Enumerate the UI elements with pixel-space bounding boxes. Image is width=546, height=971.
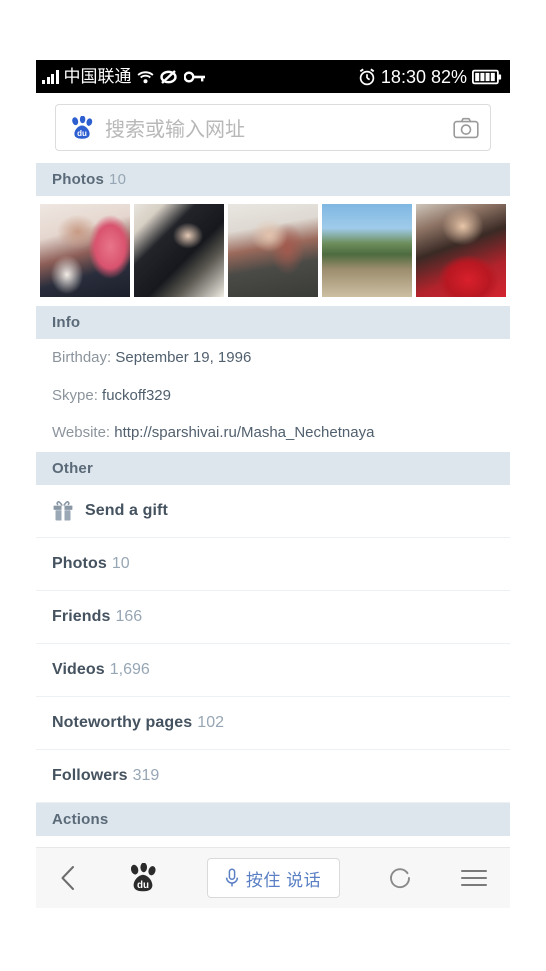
home-baidu-paw-icon[interactable]: du [127, 863, 159, 893]
svg-text:du: du [137, 880, 149, 891]
photo-strip [36, 196, 510, 306]
list-item-label: Videos [52, 660, 105, 678]
voice-search-label: 按住 说话 [245, 870, 322, 890]
vpn-icon [159, 69, 179, 85]
carrier-label: 中国联通 [63, 67, 132, 86]
key-icon [182, 70, 206, 83]
search-bar-container: du 搜索或输入网址 [36, 93, 510, 163]
list-item-label: Friends [52, 607, 111, 625]
voice-search-button[interactable]: 按住 说话 [206, 858, 340, 898]
photo-thumbnail-3[interactable] [228, 204, 318, 297]
list-item-friends[interactable]: Friends 166 [36, 590, 510, 644]
list-item-count: 102 [197, 713, 224, 731]
list-item-count: 166 [115, 607, 143, 625]
battery-percent-label: 82% [430, 66, 467, 87]
photo-thumbnail-4[interactable] [322, 204, 412, 297]
list-item-followers[interactable]: Followers 319 [36, 749, 510, 803]
status-bar: 中国联通 18:30 82% [36, 60, 510, 93]
info-value-website[interactable]: http://sparshivai.ru/Masha_Nechetnaya [114, 424, 374, 441]
list-item-label: Send a gift [85, 501, 168, 519]
list-item-label: Followers [52, 766, 128, 784]
list-item-label: Noteworthy pages [52, 713, 193, 731]
list-item-count: 319 [132, 766, 160, 784]
section-title-actions: Actions [52, 810, 109, 828]
info-label-skype: Skype: [52, 386, 98, 404]
list-item-count: 1,696 [109, 660, 150, 678]
section-header-actions: Actions [36, 802, 510, 836]
info-label-website: Website: [52, 424, 111, 441]
photo-thumbnail-5[interactable] [416, 204, 506, 297]
microphone-icon [225, 868, 239, 888]
battery-icon [471, 69, 502, 85]
clock-label: 18:30 [380, 66, 426, 87]
info-label-birthday: Birthday: [52, 349, 112, 366]
section-header-other: Other [36, 451, 510, 485]
wifi-icon [137, 70, 154, 84]
section-header-info: Info [36, 306, 510, 339]
info-value-birthday: September 19, 1996 [115, 349, 252, 366]
info-row-website: Website: http://sparshivai.ru/Masha_Nech… [36, 414, 510, 452]
camera-icon[interactable] [453, 117, 479, 139]
signal-bars-icon [42, 69, 59, 84]
section-header-photos: Photos 10 [36, 163, 510, 196]
info-row-birthday: Birthday: September 19, 1996 [36, 339, 510, 377]
svg-text:du: du [77, 129, 87, 138]
list-item-send-a-gift[interactable]: Send a gift [36, 484, 510, 538]
section-title-photos: Photos [52, 171, 105, 188]
page-content: Photos 10 Info Birthday: September 19, 1… [36, 163, 510, 836]
baidu-paw-icon: du [69, 115, 95, 140]
bottom-navigation-bar: du 按住 说话 [36, 847, 510, 908]
search-input[interactable]: du 搜索或输入网址 [55, 104, 491, 151]
menu-icon[interactable] [460, 867, 488, 889]
list-item-count: 10 [111, 554, 130, 572]
alarm-clock-icon [358, 68, 376, 86]
refresh-icon[interactable] [387, 865, 413, 891]
section-count-photos: 10 [109, 171, 127, 188]
list-item-videos[interactable]: Videos 1,696 [36, 643, 510, 697]
back-chevron-icon[interactable] [58, 864, 80, 892]
search-placeholder-label: 搜索或输入网址 [105, 119, 245, 141]
gift-icon [52, 500, 74, 522]
info-row-skype: Skype: fuckoff329 [36, 377, 510, 415]
section-title-info: Info [52, 314, 81, 331]
photo-thumbnail-1[interactable] [40, 204, 130, 297]
list-item-noteworthy-pages[interactable]: Noteworthy pages 102 [36, 696, 510, 750]
info-value-skype: fuckoff329 [102, 386, 171, 404]
section-title-other: Other [52, 459, 94, 477]
photo-thumbnail-2[interactable] [134, 204, 224, 297]
list-item-photos[interactable]: Photos 10 [36, 537, 510, 591]
phone-screen: 中国联通 18:30 82% du 搜索或输入网址 Photos 10 Info… [36, 60, 510, 908]
list-item-label: Photos [52, 554, 107, 572]
